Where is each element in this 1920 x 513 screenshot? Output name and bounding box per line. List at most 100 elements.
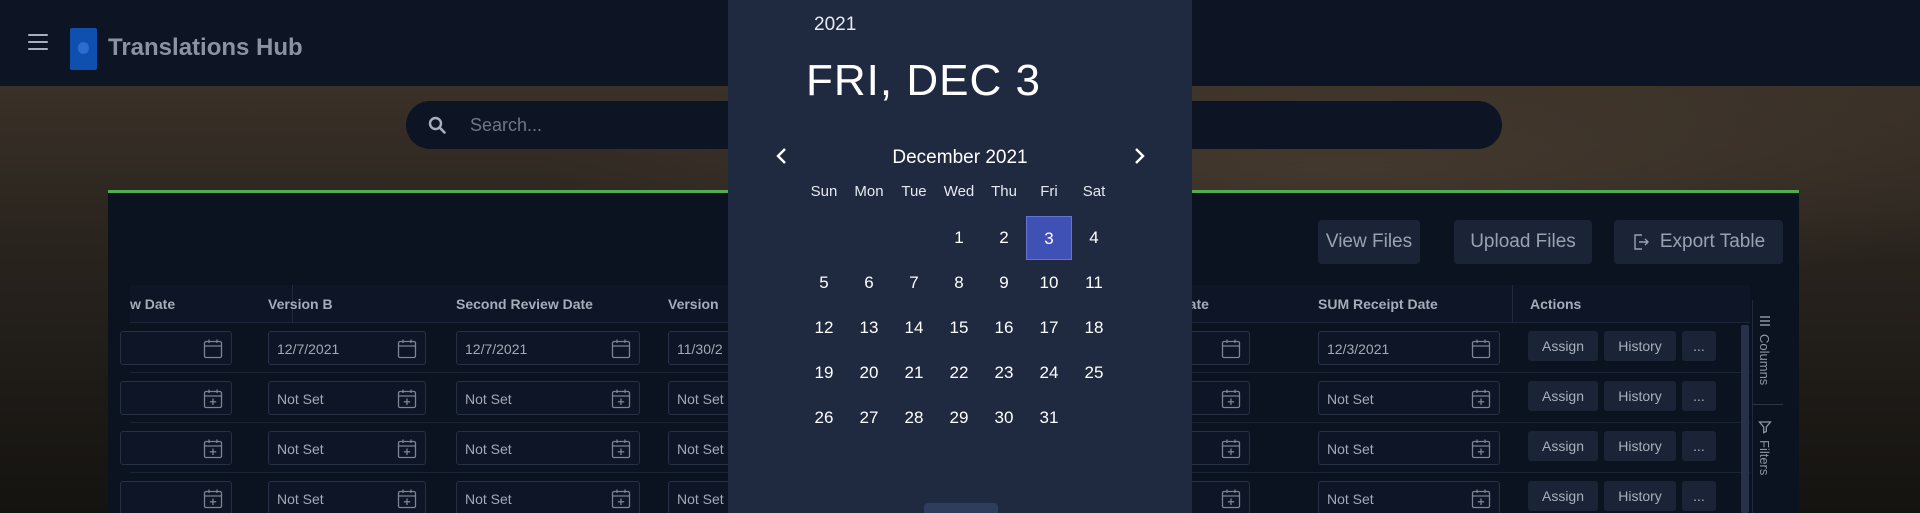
calendar-day[interactable]: 8	[936, 261, 982, 305]
hamburger-menu-icon[interactable]	[28, 34, 48, 52]
sum-receipt-date-cell[interactable]: Not Set	[1318, 481, 1500, 513]
calendar-day[interactable]: 28	[891, 396, 937, 440]
calendar-day-selected[interactable]: 3	[1026, 216, 1072, 260]
calendar-day[interactable]: 30	[981, 396, 1027, 440]
calendar-add-icon[interactable]	[1471, 438, 1491, 459]
more-actions-button[interactable]: ...	[1682, 481, 1716, 511]
calendar-day[interactable]: 6	[846, 261, 892, 305]
chevron-right-icon[interactable]	[1128, 145, 1150, 167]
calendar-day[interactable]: 4	[1071, 216, 1117, 260]
calendar-add-icon[interactable]	[611, 438, 631, 459]
picker-year[interactable]: 2021	[814, 14, 856, 36]
col-header-version-b[interactable]: Version B	[268, 296, 333, 312]
col-header-review-date[interactable]: w Date	[130, 296, 175, 312]
calendar-add-icon[interactable]	[611, 388, 631, 409]
assign-button[interactable]: Assign	[1528, 331, 1598, 361]
second-review-date-cell[interactable]: Not Set	[456, 431, 640, 465]
version-b-date-cell[interactable]: 12/7/2021	[268, 331, 426, 365]
calendar-day[interactable]: 11	[1071, 261, 1117, 305]
date-value: Not Set	[1327, 491, 1374, 507]
history-button[interactable]: History	[1604, 431, 1676, 461]
calendar-add-icon[interactable]	[397, 388, 417, 409]
more-actions-button[interactable]: ...	[1682, 381, 1716, 411]
version-b-date-cell[interactable]: Not Set	[268, 431, 426, 465]
version-b-date-cell[interactable]: Not Set	[268, 381, 426, 415]
calendar-day[interactable]: 7	[891, 261, 937, 305]
more-actions-button[interactable]: ...	[1682, 431, 1716, 461]
weekday-label: Tue	[901, 183, 927, 200]
calendar-add-icon[interactable]	[203, 388, 223, 409]
calendar-add-icon[interactable]	[203, 438, 223, 459]
calendar-day[interactable]: 27	[846, 396, 892, 440]
calendar-day[interactable]: 2	[981, 216, 1027, 260]
review-date-cell[interactable]	[120, 331, 232, 365]
calendar-day[interactable]: 12	[801, 306, 847, 350]
date-value: Not Set	[677, 491, 724, 507]
calendar-day[interactable]: 16	[981, 306, 1027, 350]
calendar-day[interactable]: 19	[801, 351, 847, 395]
second-review-date-cell[interactable]: 12/7/2021	[456, 331, 640, 365]
review-date-cell[interactable]	[120, 431, 232, 465]
calendar-day[interactable]: 31	[1026, 396, 1072, 440]
calendar-icon[interactable]	[1221, 338, 1241, 359]
review-date-cell[interactable]	[120, 481, 232, 513]
calendar-icon[interactable]	[611, 338, 631, 359]
picker-action-button[interactable]	[924, 503, 998, 513]
calendar-day[interactable]: 1	[936, 216, 982, 260]
calendar-day[interactable]: 23	[981, 351, 1027, 395]
search-icon	[428, 116, 446, 134]
calendar-day[interactable]: 25	[1071, 351, 1117, 395]
calendar-add-icon[interactable]	[203, 488, 223, 509]
export-table-button[interactable]: Export Table	[1614, 220, 1783, 264]
calendar-day[interactable]: 29	[936, 396, 982, 440]
vertical-scrollbar[interactable]	[1741, 325, 1749, 513]
calendar-day[interactable]: 18	[1071, 306, 1117, 350]
filters-tab[interactable]: Filters	[1757, 420, 1772, 475]
calendar-day[interactable]: 21	[891, 351, 937, 395]
calendar-day[interactable]: 22	[936, 351, 982, 395]
calendar-day[interactable]: 5	[801, 261, 847, 305]
assign-button[interactable]: Assign	[1528, 431, 1598, 461]
calendar-day[interactable]: 9	[981, 261, 1027, 305]
calendar-add-icon[interactable]	[611, 488, 631, 509]
calendar-add-icon[interactable]	[1471, 488, 1491, 509]
calendar-day[interactable]: 10	[1026, 261, 1072, 305]
calendar-day[interactable]: 13	[846, 306, 892, 350]
calendar-day[interactable]: 24	[1026, 351, 1072, 395]
calendar-icon[interactable]	[1471, 338, 1491, 359]
assign-button[interactable]: Assign	[1528, 381, 1598, 411]
col-header-sum-receipt-date[interactable]: SUM Receipt Date	[1318, 296, 1438, 312]
view-files-button[interactable]: View Files	[1318, 220, 1420, 264]
assign-button[interactable]: Assign	[1528, 481, 1598, 511]
col-header-second-review-date[interactable]: Second Review Date	[456, 296, 593, 312]
second-review-date-cell[interactable]: Not Set	[456, 481, 640, 513]
sum-receipt-date-cell[interactable]: Not Set	[1318, 431, 1500, 465]
second-review-date-cell[interactable]: Not Set	[456, 381, 640, 415]
calendar-add-icon[interactable]	[397, 438, 417, 459]
calendar-add-icon[interactable]	[1471, 388, 1491, 409]
history-button[interactable]: History	[1604, 331, 1676, 361]
history-button[interactable]: History	[1604, 381, 1676, 411]
calendar-day[interactable]: 14	[891, 306, 937, 350]
calendar-add-icon[interactable]	[397, 488, 417, 509]
calendar-icon[interactable]	[397, 338, 417, 359]
calendar-add-icon[interactable]	[1221, 438, 1241, 459]
history-button[interactable]: History	[1604, 481, 1676, 511]
more-actions-button[interactable]: ...	[1682, 331, 1716, 361]
calendar-add-icon[interactable]	[1221, 488, 1241, 509]
sum-receipt-date-cell[interactable]: 12/3/2021	[1318, 331, 1500, 365]
calendar-day[interactable]: 15	[936, 306, 982, 350]
review-date-cell[interactable]	[120, 381, 232, 415]
app-title: Translations Hub	[108, 34, 303, 61]
col-header-version[interactable]: Version	[668, 296, 719, 312]
calendar-icon[interactable]	[203, 338, 223, 359]
sum-receipt-date-cell[interactable]: Not Set	[1318, 381, 1500, 415]
calendar-add-icon[interactable]	[1221, 388, 1241, 409]
version-b-date-cell[interactable]: Not Set	[268, 481, 426, 513]
calendar-day[interactable]: 26	[801, 396, 847, 440]
calendar-day[interactable]: 17	[1026, 306, 1072, 350]
col-divider[interactable]	[1512, 285, 1513, 323]
upload-files-button[interactable]: Upload Files	[1454, 220, 1592, 264]
calendar-day[interactable]: 20	[846, 351, 892, 395]
columns-tab[interactable]: Columns	[1757, 314, 1772, 385]
